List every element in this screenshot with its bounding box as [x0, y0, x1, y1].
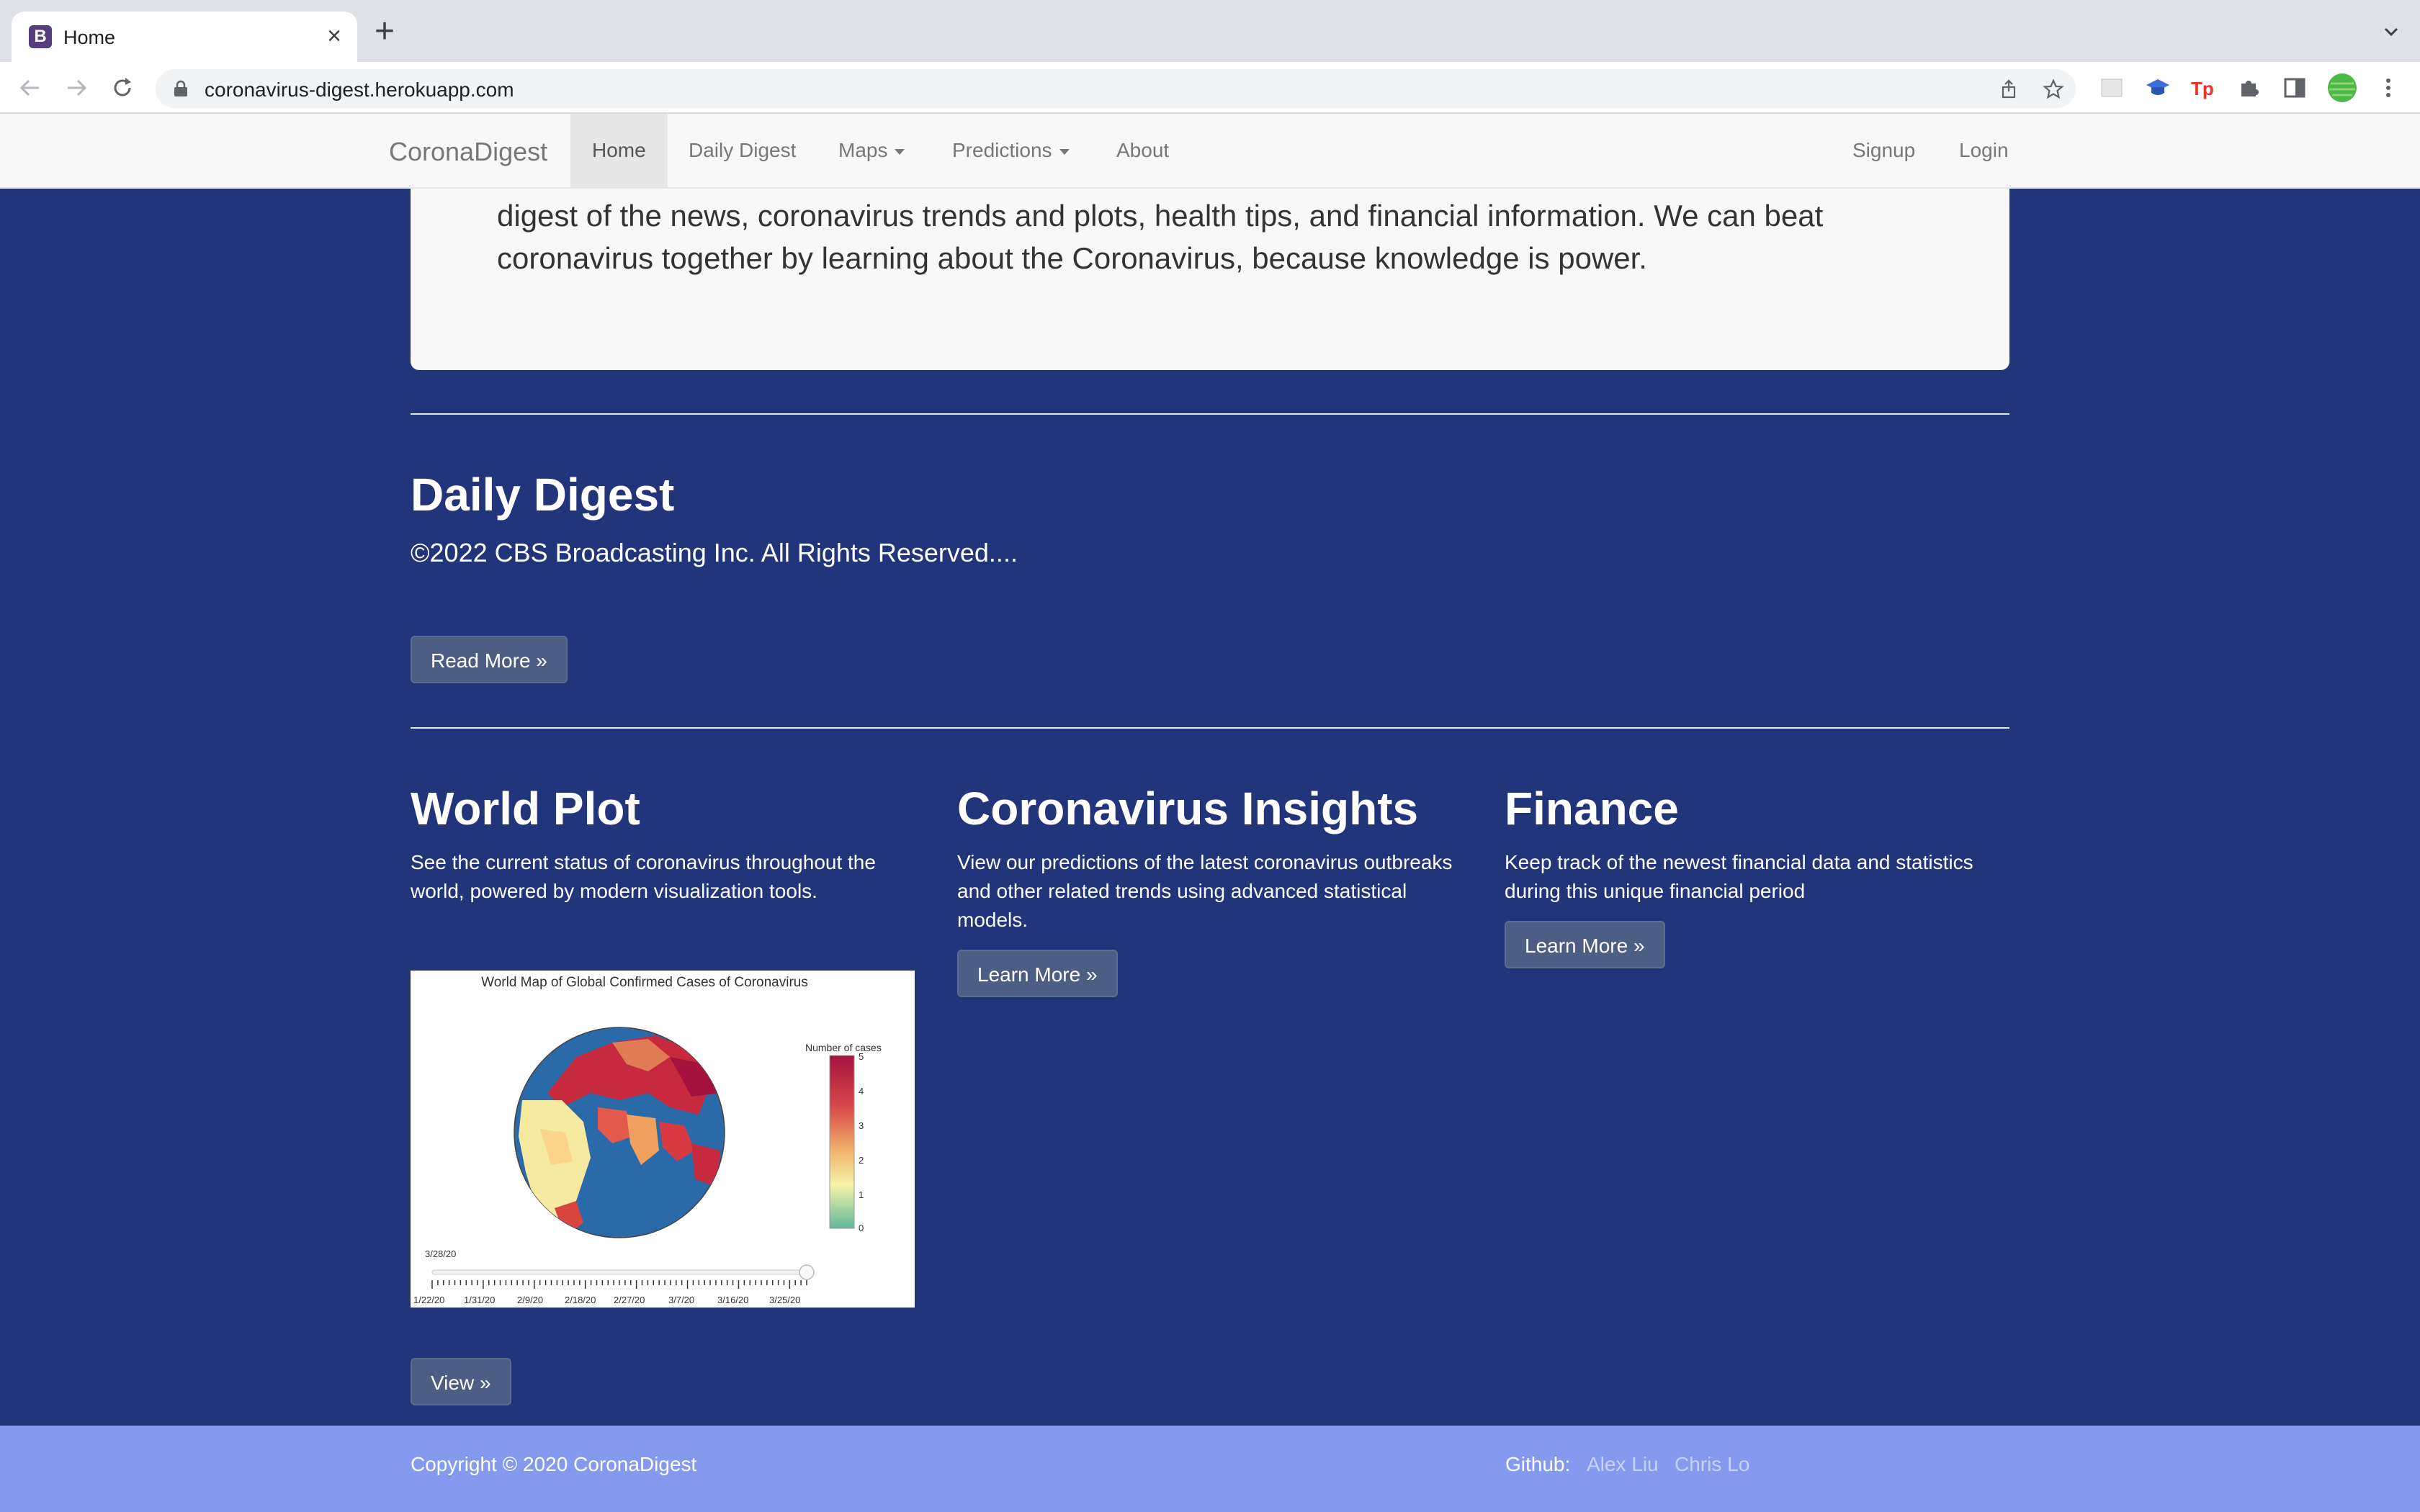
extensions-puzzle-icon[interactable] — [2236, 75, 2262, 101]
browser-tabstrip: B Home × + — [0, 0, 2420, 62]
colorbar-title: Number of cases — [805, 1042, 882, 1053]
section-divider — [411, 727, 2009, 729]
close-tab-icon[interactable]: × — [327, 23, 341, 49]
nav-predictions-dropdown[interactable]: Predictions — [931, 114, 1091, 187]
slider-label: 2/18/20 — [565, 1295, 596, 1305]
back-icon[interactable] — [17, 75, 43, 101]
world-plot-heading: World Plot — [411, 783, 640, 834]
nav-about[interactable]: About — [1095, 114, 1191, 187]
slider-label: 1/22/20 — [413, 1295, 444, 1305]
reload-icon[interactable] — [109, 75, 135, 101]
footer-copyright: Copyright © 2020 CoronaDigest — [411, 1453, 697, 1475]
slider-label: 2/27/20 — [614, 1295, 645, 1305]
footer-link-alex-liu[interactable]: Alex Liu — [1587, 1453, 1659, 1476]
share-icon[interactable] — [1998, 78, 2020, 100]
slider-track[interactable] — [431, 1269, 807, 1275]
slider-label: 1/31/20 — [464, 1295, 495, 1305]
lock-icon[interactable] — [173, 80, 189, 97]
slider-label: 3/25/20 — [769, 1295, 800, 1305]
tab-title: Home — [63, 27, 116, 48]
slider-label: 3/16/20 — [717, 1295, 748, 1305]
view-world-plot-button[interactable]: View » — [411, 1358, 511, 1405]
daily-digest-snippet: ©2022 CBS Broadcasting Inc. All Rights R… — [411, 538, 1018, 567]
forward-icon[interactable] — [63, 75, 89, 101]
kebab-menu-icon[interactable] — [2375, 75, 2401, 101]
address-bar[interactable]: coronavirus-digest.herokuapp.com — [156, 69, 2076, 108]
nav-predictions-label: Predictions — [952, 139, 1052, 161]
nav-maps-dropdown[interactable]: Maps — [817, 114, 926, 187]
finance-learn-more-button[interactable]: Learn More » — [1505, 921, 1665, 968]
colorbar-tick: 3 — [859, 1120, 864, 1131]
profile-avatar-icon[interactable] — [2326, 72, 2358, 104]
world-plot-description: See the current status of coronavirus th… — [411, 851, 876, 902]
insights-learn-more-button[interactable]: Learn More » — [957, 950, 1118, 997]
tab-search-chevron-icon[interactable] — [2381, 22, 2401, 42]
world-map-image[interactable]: World Map of Global Confirmed Cases of C… — [411, 971, 915, 1308]
bookmark-star-icon[interactable] — [2043, 78, 2064, 100]
colorbar — [829, 1055, 855, 1229]
slider-current-date: 3/28/20 — [425, 1248, 456, 1259]
side-panel-icon[interactable] — [2282, 75, 2308, 101]
slider-label: 2/9/20 — [517, 1295, 543, 1305]
jumbotron: digest of the news, coronavirus trends a… — [411, 189, 2009, 370]
jumbotron-text: digest of the news, coronavirus trends a… — [497, 199, 1824, 275]
colorbar-tick: 2 — [859, 1155, 864, 1166]
browser-toolbar: coronavirus-digest.herokuapp.com Tp — [0, 62, 2420, 114]
section-divider — [411, 413, 2009, 415]
insights-description: View our predictions of the latest coron… — [957, 851, 1453, 931]
colorbar-tick: 0 — [859, 1223, 864, 1233]
extension-grid-icon[interactable] — [2099, 75, 2125, 101]
map-title: World Map of Global Confirmed Cases of C… — [481, 975, 808, 990]
nav-login[interactable]: Login — [1937, 114, 2030, 187]
footer-github-label: Github: — [1505, 1453, 1571, 1475]
colorbar-tick: 5 — [859, 1051, 864, 1062]
footer-link-chris-lo[interactable]: Chris Lo — [1675, 1453, 1749, 1476]
colorbar-tick: 1 — [859, 1189, 864, 1200]
slider-handle[interactable] — [799, 1264, 815, 1280]
new-tab-plus-icon[interactable]: + — [375, 14, 395, 49]
nav-daily-digest[interactable]: Daily Digest — [667, 114, 817, 187]
extension-graduation-cap-icon[interactable] — [2145, 75, 2171, 101]
read-more-button[interactable]: Read More » — [411, 636, 568, 683]
nav-home[interactable]: Home — [570, 114, 668, 187]
brand-link[interactable]: CoronaDigest — [389, 137, 547, 167]
caret-down-icon — [1059, 148, 1070, 155]
bootstrap-favicon-icon: B — [29, 25, 52, 48]
caret-down-icon — [895, 148, 905, 155]
finance-heading: Finance — [1505, 783, 1679, 834]
site-navbar: CoronaDigest Home Daily Digest Maps Pred… — [0, 114, 2420, 189]
nav-signup[interactable]: Signup — [1831, 114, 1937, 187]
svg-text:Tp: Tp — [2191, 78, 2214, 99]
colorbar-tick: 4 — [859, 1086, 864, 1097]
nav-maps-label: Maps — [838, 139, 888, 161]
footer: Copyright © 2020 CoronaDigest Github: Al… — [0, 1426, 2420, 1512]
extension-tp-icon[interactable]: Tp — [2190, 75, 2215, 101]
daily-digest-heading: Daily Digest — [411, 469, 675, 521]
slider-ticks — [431, 1280, 807, 1289]
url-text[interactable]: coronavirus-digest.herokuapp.com — [205, 78, 514, 102]
insights-heading: Coronavirus Insights — [957, 783, 1419, 834]
slider-label: 3/7/20 — [668, 1295, 694, 1305]
browser-tab-home[interactable]: B Home × — [12, 12, 357, 62]
finance-description: Keep track of the newest financial data … — [1505, 851, 1973, 902]
